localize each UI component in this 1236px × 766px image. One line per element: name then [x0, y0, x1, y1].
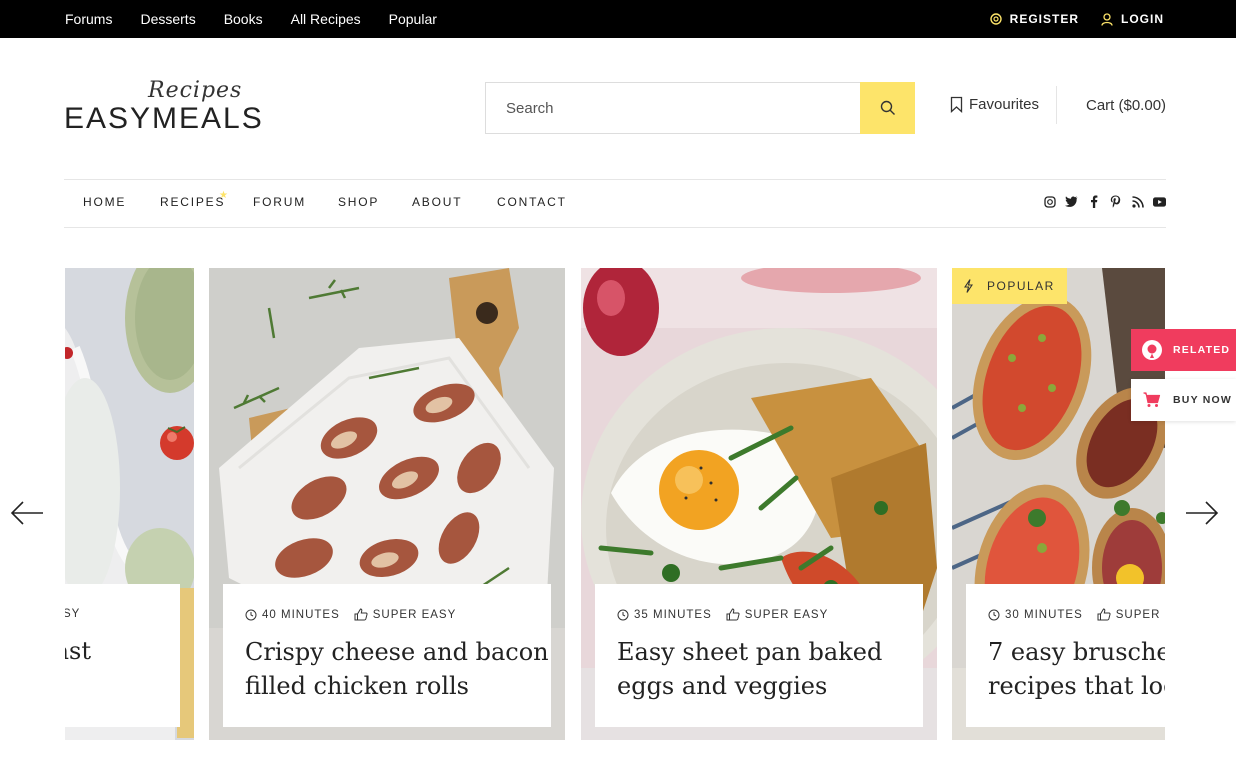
recipe-title-line: Crispy cheese and bacon	[245, 638, 549, 666]
shopping-cart-icon	[1131, 392, 1173, 408]
facebook-icon[interactable]	[1087, 195, 1100, 208]
buy-now-tab[interactable]: BUY NOW	[1131, 379, 1236, 421]
search-button[interactable]	[860, 82, 915, 134]
logo-wordmark: EASYMEALS	[64, 102, 264, 135]
thumbs-up-icon	[726, 608, 740, 621]
nav-forum[interactable]: FORUM	[253, 195, 306, 209]
social-links	[1034, 195, 1166, 208]
related-icon	[1131, 339, 1173, 361]
recipe-title-line: eggs and veggies	[617, 672, 828, 700]
recipe-title-line: ngs	[65, 668, 158, 702]
star-icon: ★	[219, 190, 228, 201]
recipe-caption: 35 MINUTES SUPER EASY Easy sheet pan bak…	[595, 584, 923, 727]
cook-time: 30 MINUTES	[988, 609, 1083, 621]
recipe-meta: 35 MINUTES SUPER EASY	[617, 608, 901, 621]
difficulty-label: SUPER EASY	[372, 608, 457, 621]
cart-link[interactable]: Cart ($0.00)	[1086, 97, 1166, 114]
recipe-title-line: akfast	[65, 637, 92, 665]
search-bar	[485, 82, 915, 134]
lightning-icon	[964, 279, 973, 293]
header-divider	[1056, 86, 1057, 124]
popular-badge: POPULAR	[952, 268, 1067, 304]
recipe-card-partial-left[interactable]: SY akfast ngs	[65, 268, 194, 740]
recipe-title-line: recipes that loo	[988, 672, 1165, 700]
thumbs-up-icon	[354, 608, 368, 621]
recipe-caption: 30 MINUTES SUPER E 7 easy bruschet recip…	[966, 584, 1165, 727]
cook-time: 35 MINUTES	[617, 609, 712, 621]
main-nav: HOME RECIPES ★ FORUM SHOP ABOUT CONTACT	[64, 179, 1166, 228]
user-icon	[1101, 12, 1113, 26]
recipe-title-line: Easy sheet pan baked	[617, 638, 883, 666]
cook-time-label: 30 MINUTES	[1005, 608, 1083, 621]
recipe-slider: SY akfast ngs	[65, 268, 1165, 740]
nav-recipes[interactable]: RECIPES	[160, 195, 225, 209]
favourites-link[interactable]: Favourites	[950, 96, 1039, 113]
difficulty: SUPER E	[1097, 608, 1165, 621]
auth-links: REGISTER LOGIN	[968, 0, 1164, 38]
search-input[interactable]	[486, 83, 861, 133]
top-link-popular[interactable]: Popular	[389, 11, 437, 27]
popular-label: POPULAR	[987, 279, 1055, 293]
difficulty-label: SUPER E	[1115, 608, 1165, 621]
difficulty-label: SUPER EASY	[744, 608, 829, 621]
recipe-caption: 40 MINUTES SUPER EASY Crispy cheese and …	[223, 584, 551, 727]
nav-home[interactable]: HOME	[83, 195, 126, 209]
cook-time-label: 40 MINUTES	[262, 608, 340, 621]
search-icon	[880, 100, 895, 115]
recipe-card-chicken-rolls[interactable]: 40 MINUTES SUPER EASY Crispy cheese and …	[209, 268, 565, 740]
nav-about[interactable]: ABOUT	[412, 195, 462, 209]
cook-time: 40 MINUTES	[245, 609, 340, 621]
top-links: Forums Desserts Books All Recipes Popula…	[65, 0, 465, 38]
recipe-meta: SY	[65, 608, 158, 620]
top-link-all-recipes[interactable]: All Recipes	[291, 11, 361, 27]
recipe-title[interactable]: Easy sheet pan baked eggs and veggies	[617, 635, 901, 703]
recipe-title[interactable]: Crispy cheese and bacon filled chicken r…	[245, 635, 549, 703]
top-bar: Forums Desserts Books All Recipes Popula…	[0, 0, 1236, 38]
recipe-card-sheet-pan-eggs[interactable]: 35 MINUTES SUPER EASY Easy sheet pan bak…	[581, 268, 937, 740]
slider-prev-button[interactable]	[10, 498, 44, 528]
cook-time-label: 35 MINUTES	[634, 608, 712, 621]
recipe-meta: 30 MINUTES SUPER E	[988, 608, 1165, 621]
recipe-title-line: 7 easy bruschet	[988, 638, 1165, 666]
register-link[interactable]: REGISTER	[989, 12, 1079, 26]
pinterest-icon[interactable]	[1109, 195, 1122, 208]
register-label: REGISTER	[1009, 12, 1079, 26]
recipe-title[interactable]: akfast ngs	[65, 634, 158, 702]
related-label: RELATED	[1173, 344, 1231, 356]
login-link[interactable]: LOGIN	[1101, 12, 1164, 26]
favourites-label: Favourites	[969, 96, 1040, 113]
difficulty: SUPER EASY	[726, 608, 829, 621]
nav-shop[interactable]: SHOP	[338, 195, 379, 209]
top-link-forums[interactable]: Forums	[65, 11, 112, 27]
related-tab[interactable]: RELATED	[1131, 329, 1236, 371]
instagram-icon[interactable]	[1043, 195, 1056, 208]
arrow-left-icon	[10, 501, 43, 525]
top-link-books[interactable]: Books	[224, 11, 263, 27]
slider-next-button[interactable]	[1185, 498, 1219, 528]
arrow-right-icon	[1186, 501, 1219, 525]
recipe-caption: SY akfast ngs	[65, 584, 180, 727]
rss-icon[interactable]	[1131, 195, 1144, 208]
clock-icon	[988, 609, 1000, 620]
recipe-title-line: filled chicken rolls	[245, 672, 469, 700]
twitter-icon[interactable]	[1065, 195, 1078, 208]
recipe-meta: 40 MINUTES SUPER EASY	[245, 608, 529, 621]
clock-icon	[617, 609, 629, 620]
login-label: LOGIN	[1121, 12, 1164, 26]
buy-now-label: BUY NOW	[1173, 394, 1232, 406]
register-icon	[989, 13, 1002, 25]
thumbs-up-icon	[1097, 608, 1111, 621]
difficulty-label: SY	[65, 608, 81, 620]
youtube-icon[interactable]	[1153, 195, 1166, 208]
clock-icon	[245, 609, 257, 620]
recipe-title[interactable]: 7 easy bruschet recipes that loo	[988, 635, 1165, 703]
top-link-desserts[interactable]: Desserts	[140, 11, 195, 27]
bookmark-icon	[950, 96, 963, 113]
difficulty: SUPER EASY	[354, 608, 457, 621]
site-logo[interactable]: Recipes EASYMEALS	[64, 78, 284, 138]
nav-contact[interactable]: CONTACT	[497, 195, 567, 209]
logo-script: Recipes	[148, 78, 243, 103]
